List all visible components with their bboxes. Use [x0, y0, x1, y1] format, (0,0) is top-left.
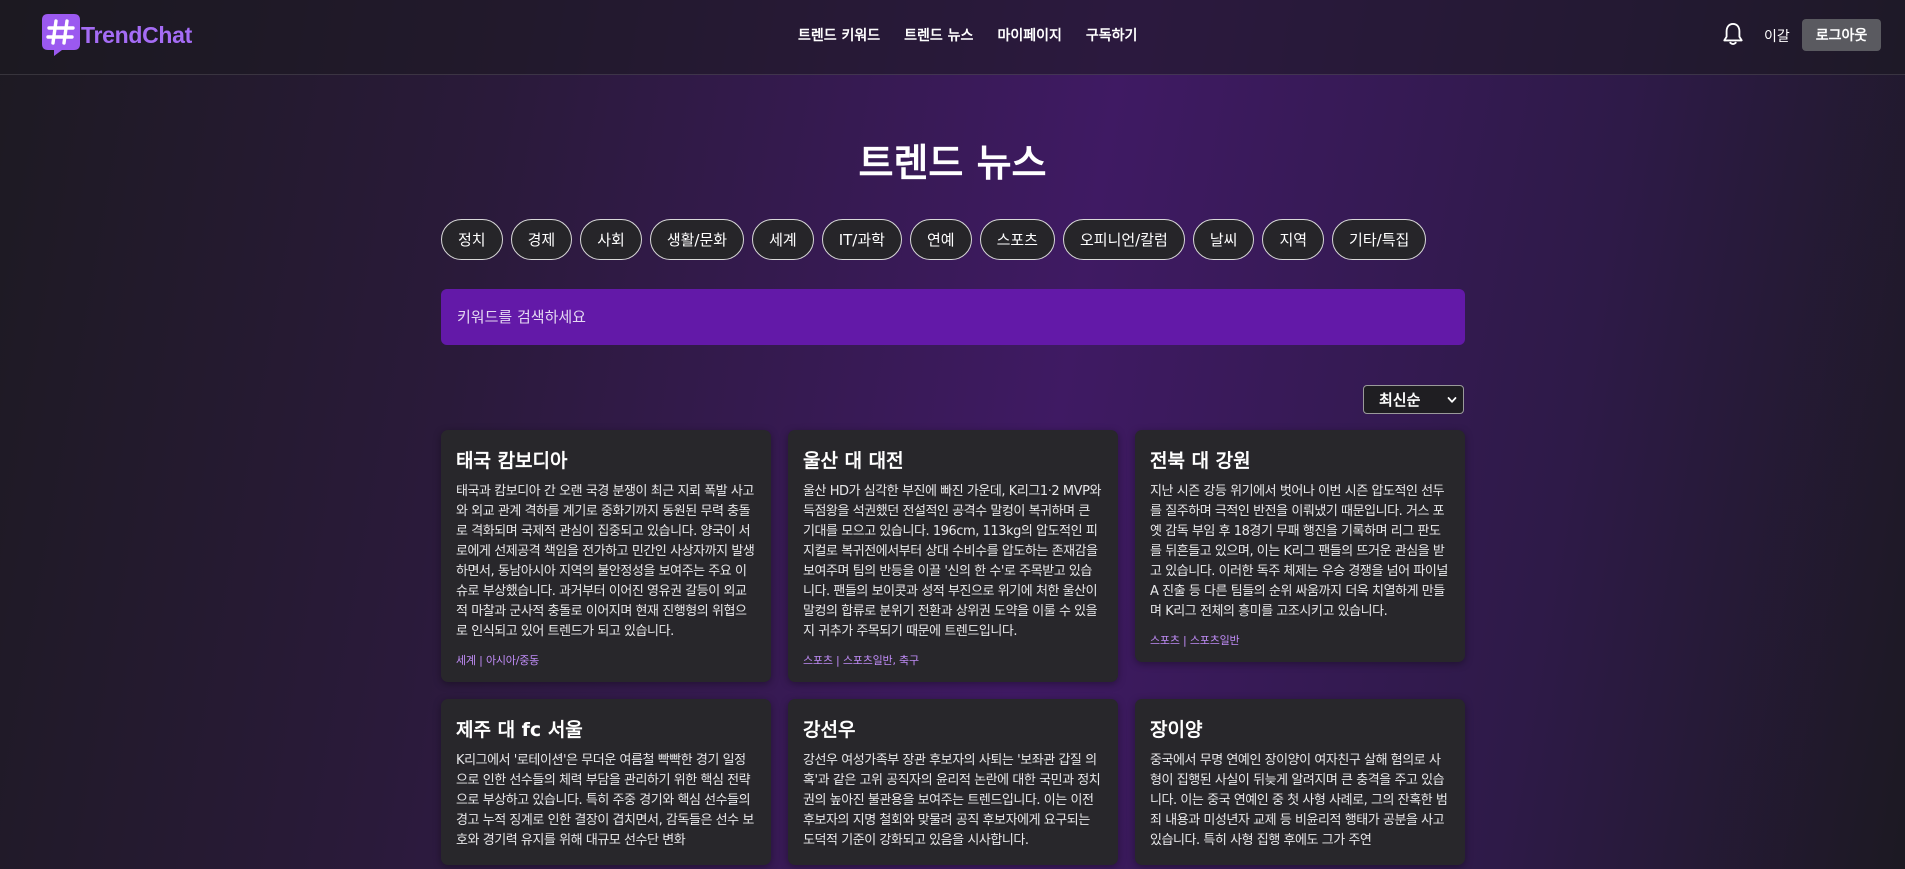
- sort-selected-value: 최신순: [1379, 391, 1421, 409]
- logout-button[interactable]: 로그아웃: [1802, 19, 1881, 51]
- top-navbar: TrendChat 트렌드 키워드 트렌드 뉴스 마이페이지 구독하기 이갈 로…: [0, 0, 1905, 75]
- search-input[interactable]: [441, 289, 1465, 345]
- category-chip-society[interactable]: 사회: [580, 219, 642, 260]
- news-card[interactable]: 장이양 중국에서 무명 연예인 장이양이 여자친구 살해 혐의로 사형이 집행된…: [1135, 699, 1465, 865]
- news-card-title: 전북 대 강원: [1150, 450, 1251, 472]
- news-card-grid: 태국 캄보디아 태국과 캄보디아 간 오랜 국경 분쟁이 최근 지뢰 폭발 사고…: [441, 430, 1465, 865]
- news-card-title: 강선우: [803, 719, 856, 741]
- news-card-tags: 세계 | 아시아/중동: [456, 654, 540, 667]
- category-chip-weather[interactable]: 날씨: [1192, 219, 1255, 260]
- user-name: 이갈: [1764, 29, 1790, 45]
- category-chip-sports[interactable]: 스포츠: [979, 219, 1055, 260]
- news-card-title: 장이양: [1150, 719, 1203, 741]
- category-filter: 정치 경제 사회 생활/문화 세계 IT/과학 연예 스포츠 오피니언/칼럼 날…: [441, 219, 1427, 260]
- nav-subscribe[interactable]: 구독하기: [1086, 25, 1138, 45]
- brand-name: TrendChat: [81, 21, 193, 48]
- category-chip-economy[interactable]: 경제: [510, 219, 573, 260]
- news-card-summary: 울산 HD가 심각한 부진에 빠진 가운데, K리그1·2 MVP와 득점왕을 …: [803, 484, 1102, 639]
- news-card[interactable]: 울산 대 대전 울산 HD가 심각한 부진에 빠진 가운데, K리그1·2 MV…: [788, 430, 1118, 682]
- category-chip-world[interactable]: 세계: [752, 219, 814, 260]
- news-card-tags: 스포츠 | 스포츠일반, 축구: [803, 654, 919, 667]
- category-chip-entertainment[interactable]: 연예: [909, 219, 972, 260]
- category-chip-opinion[interactable]: 오피니언/칼럼: [1062, 219, 1185, 260]
- news-card[interactable]: 태국 캄보디아 태국과 캄보디아 간 오랜 국경 분쟁이 최근 지뢰 폭발 사고…: [441, 430, 771, 682]
- news-card[interactable]: 강선우 강선우 여성가족부 장관 후보자의 사퇴는 '보좌관 갑질 의혹'과 같…: [788, 699, 1118, 865]
- news-card-tags: 스포츠 | 스포츠일반: [1150, 634, 1240, 647]
- category-chip-politics[interactable]: 정치: [441, 219, 503, 260]
- main-nav: 트렌드 키워드 트렌드 뉴스 마이페이지 구독하기: [798, 25, 1137, 45]
- news-card-summary: 태국과 캄보디아 간 오랜 국경 분쟁이 최근 지뢰 폭발 사고와 외교 관계 …: [456, 484, 755, 639]
- nav-trend-keywords[interactable]: 트렌드 키워드: [798, 25, 880, 45]
- category-chip-life-culture[interactable]: 생활/문화: [649, 219, 745, 260]
- news-card[interactable]: 전북 대 강원 지난 시즌 강등 위기에서 벗어나 이번 시즌 압도적인 선두를…: [1135, 430, 1465, 662]
- bell-icon[interactable]: [1722, 22, 1744, 46]
- hashtag-logo-icon: [42, 14, 80, 56]
- news-card-title: 태국 캄보디아: [456, 450, 568, 472]
- category-chip-region[interactable]: 지역: [1262, 219, 1325, 260]
- sort-select[interactable]: 최신순: [1363, 385, 1464, 414]
- news-card-summary: 지난 시즌 강등 위기에서 벗어나 이번 시즌 압도적인 선두를 질주하며 극적…: [1150, 484, 1448, 619]
- chevron-down-icon: [1447, 397, 1457, 403]
- news-card[interactable]: 제주 대 fc 서울 K리그에서 '로테이션'은 무더운 여름철 빡빡한 경기 …: [441, 699, 771, 865]
- nav-mypage[interactable]: 마이페이지: [997, 25, 1061, 45]
- news-card-summary: 중국에서 무명 연예인 장이양이 여자친구 살해 혐의로 사형이 집행된 사실이…: [1150, 753, 1448, 848]
- news-card-summary: 강선우 여성가족부 장관 후보자의 사퇴는 '보좌관 갑질 의혹'과 같은 고위…: [803, 753, 1101, 848]
- category-chip-it-science[interactable]: IT/과학: [821, 219, 902, 260]
- news-card-summary: K리그에서 '로테이션'은 무더운 여름철 빡빡한 경기 일정으로 인한 선수들…: [456, 753, 754, 848]
- news-card-title: 울산 대 대전: [803, 450, 904, 472]
- nav-trend-news[interactable]: 트렌드 뉴스: [904, 25, 973, 45]
- page-title: 트렌드 뉴스: [858, 141, 1047, 185]
- category-chip-other[interactable]: 기타/특집: [1332, 219, 1427, 260]
- news-card-title: 제주 대 fc 서울: [456, 719, 583, 741]
- brand-logo[interactable]: TrendChat: [42, 14, 192, 56]
